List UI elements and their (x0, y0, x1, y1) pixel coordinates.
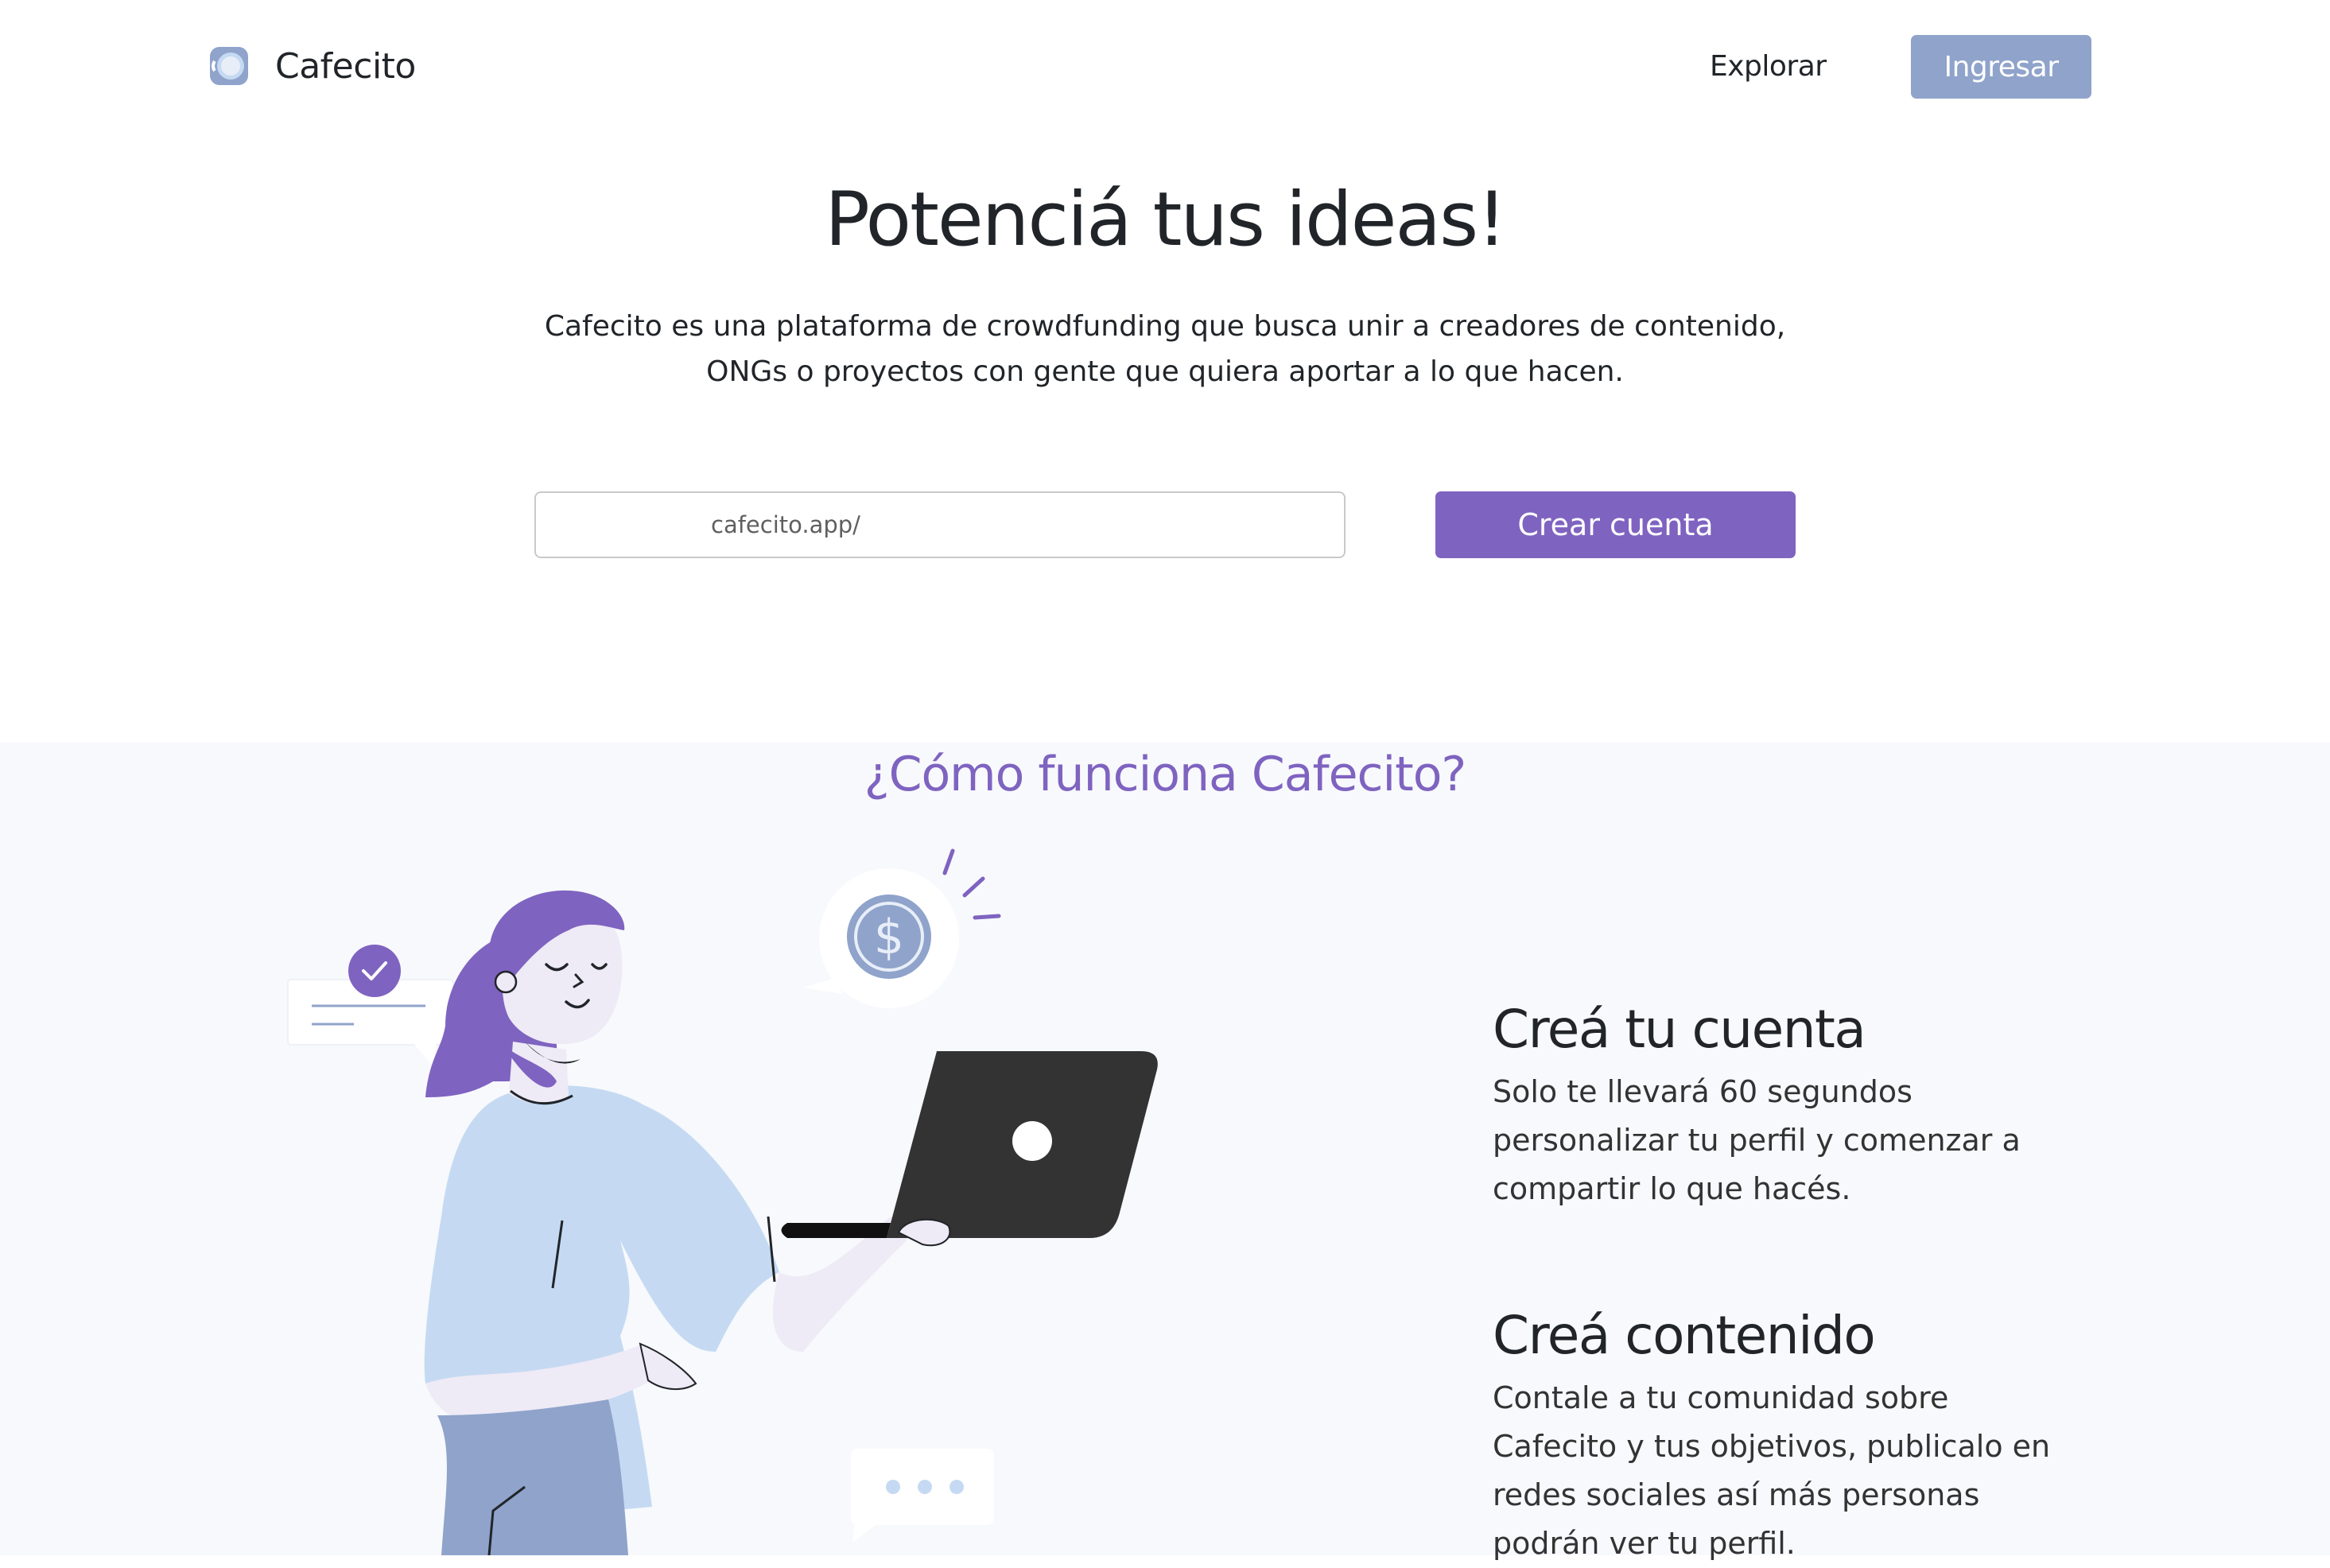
coffee-cup-logo-icon (210, 47, 248, 85)
hero-title: Potenciá tus ideas! (825, 177, 1507, 263)
step-title: Creá tu cuenta (1493, 999, 1866, 1060)
step-text: Solo te llevará 60 segundos personalizar… (1493, 1074, 2021, 1206)
brand-link[interactable]: Cafecito (207, 41, 416, 91)
navbar: Cafecito Explorar Ingresar (0, 0, 2330, 132)
dollar-coin-icon: $ (874, 910, 904, 965)
message-card-illustration (287, 945, 454, 1067)
step-create-content: Creá contenido Contale a tu comunidad so… (1493, 1304, 2081, 1568)
typing-bubble-illustration (851, 1449, 994, 1543)
login-button[interactable]: Ingresar (1911, 35, 2091, 99)
url-field[interactable] (534, 491, 1346, 558)
create-account-button[interactable]: Crear cuenta (1435, 491, 1796, 558)
coin-bubble-illustration: $ (803, 848, 1001, 1008)
step-create-account: Creá tu cuenta Solo te llevará 60 segund… (1493, 998, 2081, 1213)
hero-description: Cafecito es una plataforma de crowdfundi… (544, 310, 1786, 388)
laptop-illustration (781, 1051, 1158, 1247)
nav-explore-link[interactable]: Explorar (1710, 45, 1827, 89)
step-text: Contale a tu comunidad sobre Cafecito y … (1493, 1380, 2051, 1561)
hero-illustration: $ (287, 848, 1158, 1555)
brand-name: Cafecito (275, 45, 416, 87)
step-title: Creá contenido (1493, 1305, 1876, 1366)
section-title: ¿Cómo funciona Cafecito? (864, 747, 1467, 802)
username-input[interactable] (711, 493, 1331, 557)
